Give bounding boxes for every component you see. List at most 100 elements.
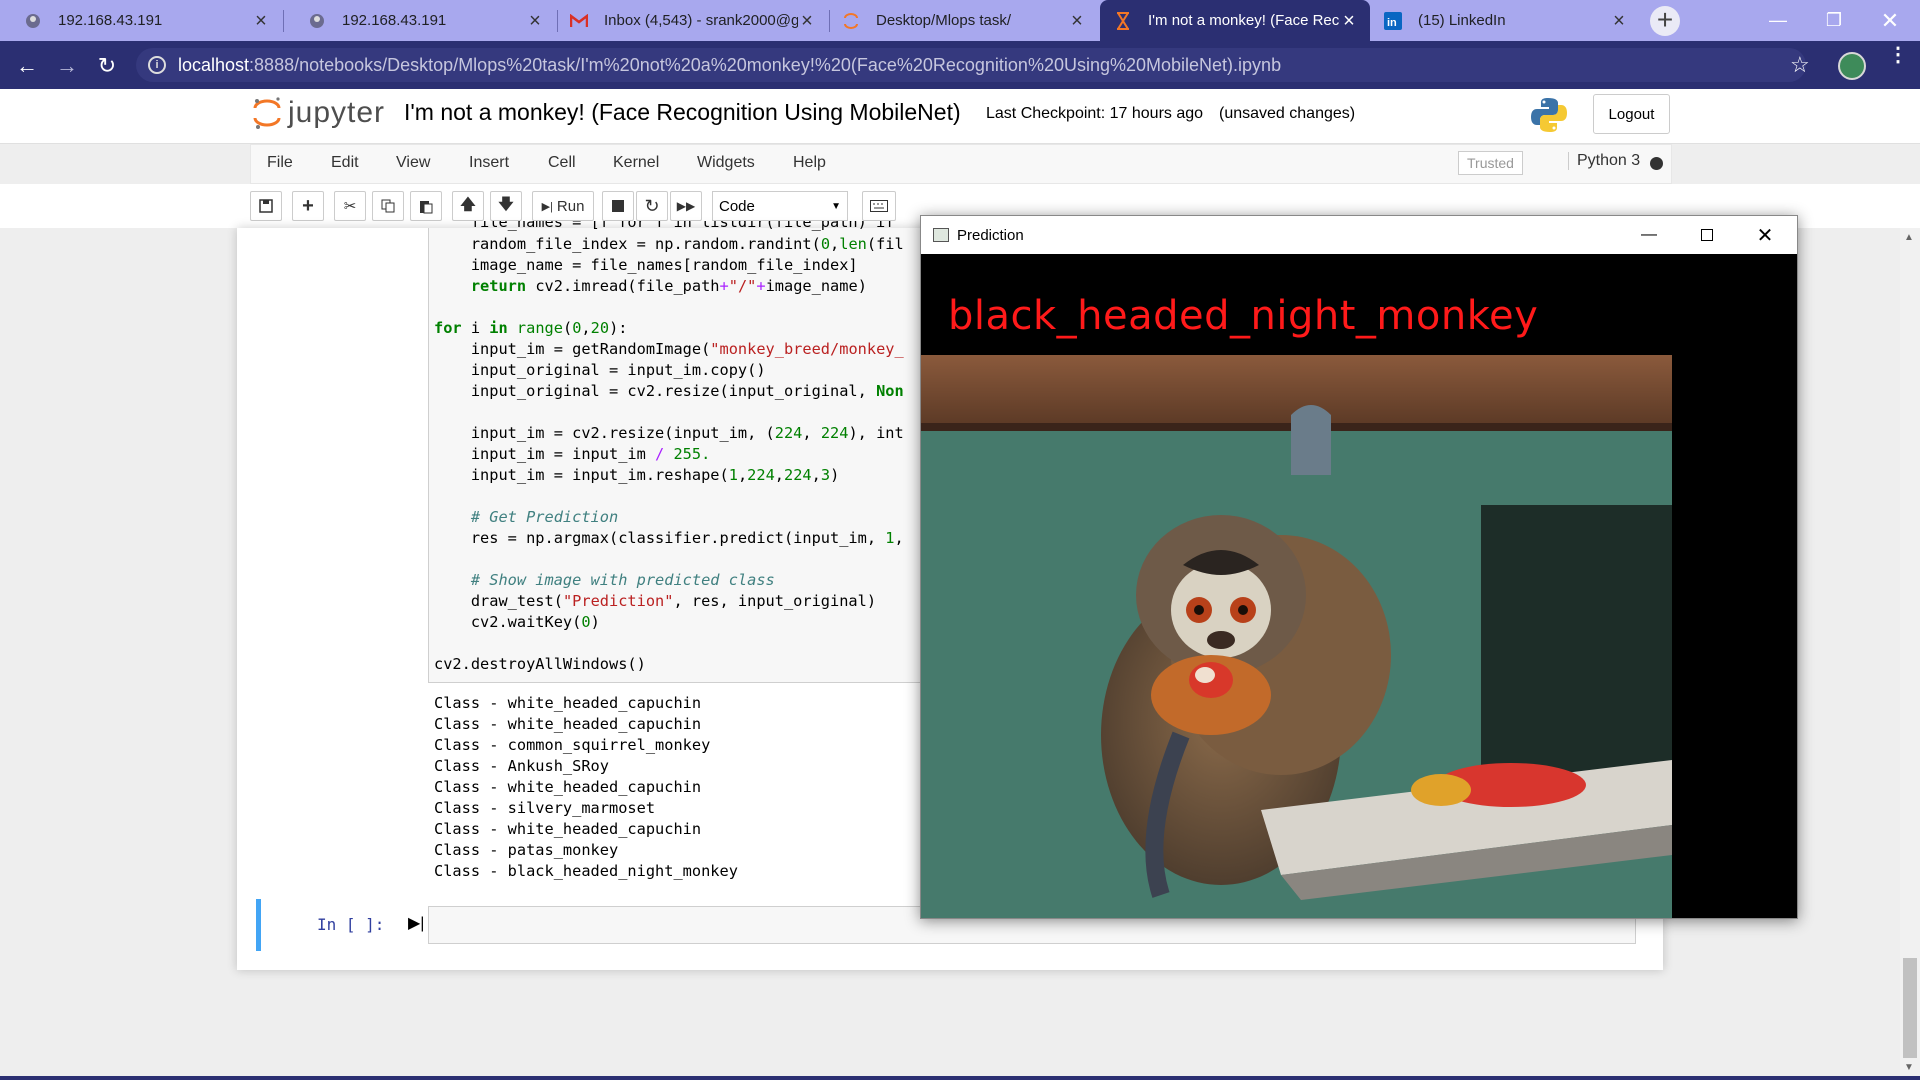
move-down-button[interactable]: 🡇 (490, 191, 522, 221)
code-line: for i in range(0,20): (434, 319, 628, 337)
restart-icon: ↻ (644, 195, 660, 216)
paste-button[interactable] (410, 191, 442, 221)
close-icon[interactable]: × (1610, 11, 1628, 31)
save-button[interactable] (250, 191, 282, 221)
menu-file[interactable]: File (267, 154, 293, 172)
svg-text:in: in (1387, 17, 1397, 29)
prediction-close-button[interactable]: ✕ (1736, 216, 1794, 254)
close-icon[interactable]: × (252, 11, 270, 31)
new-tab-button[interactable]: + (1650, 6, 1680, 36)
reload-button[interactable]: ↻ (92, 51, 122, 81)
code-line: cv2.waitKey(0) (434, 613, 600, 631)
scroll-up-icon[interactable]: ▲ (1904, 232, 1914, 243)
cut-button[interactable]: ✂ (334, 191, 366, 221)
linkedin-icon: in (1384, 11, 1402, 30)
restore-window-button[interactable]: ❐ (1806, 0, 1862, 41)
scroll-down-icon[interactable]: ▼ (1904, 1062, 1914, 1073)
tab-label: Inbox (4,543) - srank2000@g (604, 12, 798, 29)
close-window-button[interactable]: ✕ (1862, 0, 1918, 41)
output-line: Class - white_headed_capuchin (434, 715, 702, 733)
stop-icon (612, 200, 624, 212)
browser-tab-1[interactable]: 192.168.43.191 × (0, 0, 282, 41)
insert-cell-button[interactable]: + (292, 191, 324, 221)
browser-tab-4[interactable]: Desktop/Mlops task/ × (830, 0, 1098, 41)
menu-view[interactable]: View (396, 154, 430, 172)
browser-tab-5-active[interactable]: I'm not a monkey! (Face Reco × (1100, 0, 1370, 41)
close-icon[interactable]: × (1340, 11, 1358, 31)
trusted-badge[interactable]: Trusted (1458, 151, 1523, 175)
url-path: :8888/notebooks/Desktop/Mlops%20task/I'm… (249, 54, 1282, 75)
menu-edit[interactable]: Edit (331, 154, 359, 172)
interrupt-button[interactable] (602, 191, 634, 221)
menu-help[interactable]: Help (793, 154, 826, 172)
code-line: input_im = input_im / 255. (434, 445, 711, 463)
code-line: cv2.destroyAllWindows() (434, 655, 646, 673)
output-line: Class - Ankush_SRoy (434, 757, 609, 775)
move-up-button[interactable]: 🡅 (452, 191, 484, 221)
code-line: image_name = file_names[random_file_inde… (434, 256, 858, 274)
kernel-name[interactable]: Python 3 (1568, 152, 1640, 170)
tab-label: (15) LinkedIn (1418, 12, 1506, 29)
prediction-maximize-button[interactable] (1678, 216, 1736, 254)
code-line: input_im = input_im.reshape(1,224,224,3) (434, 466, 840, 484)
url-host: localhost (178, 54, 250, 75)
output-line: Class - common_squirrel_monkey (434, 736, 711, 754)
taskbar-edge (0, 1076, 1920, 1080)
cell-type-value: Code (719, 197, 755, 215)
page-scrollbar[interactable] (1900, 228, 1920, 1080)
notebook-title[interactable]: I'm not a monkey! (Face Recognition Usin… (404, 99, 961, 126)
tab-label: 192.168.43.191 (58, 12, 163, 29)
close-icon[interactable]: × (1068, 11, 1086, 31)
browser-tab-2[interactable]: 192.168.43.191 × (284, 0, 556, 41)
scrollbar-thumb[interactable] (1903, 958, 1917, 1058)
restart-kernel-button[interactable]: ↻ (636, 191, 668, 221)
predicted-class-label: black_headed_night_monkey (948, 293, 1539, 339)
cell-prompt: In [ ]: (317, 915, 385, 934)
jupyter-logo-icon (253, 97, 281, 129)
code-line: input_im = cv2.resize(input_im, (224, 22… (434, 424, 904, 442)
arrow-up-icon: 🡅 (460, 195, 476, 213)
close-icon[interactable]: × (526, 11, 544, 31)
output-line: Class - white_headed_capuchin (434, 694, 702, 712)
close-icon[interactable]: × (798, 11, 816, 31)
back-button[interactable]: ← (12, 51, 42, 81)
jupyter-logo[interactable]: jupyter (252, 96, 385, 130)
output-line: Class - patas_monkey (434, 841, 619, 859)
run-cell-icon[interactable]: ▶| (408, 913, 424, 933)
code-line: input_original = input_im.copy() (434, 361, 766, 379)
restart-run-all-button[interactable]: ▶▶ (670, 191, 702, 221)
prediction-minimize-button[interactable]: — (1620, 216, 1678, 254)
info-icon[interactable]: i (148, 56, 166, 74)
bookmark-star-icon[interactable]: ☆ (1790, 52, 1810, 78)
globe-icon (24, 12, 42, 30)
scissors-icon: ✂ (343, 198, 357, 215)
browser-menu-icon[interactable]: ⋮ (1888, 45, 1908, 65)
command-palette-button[interactable] (862, 191, 896, 221)
jupyter-logo-text: jupyter (288, 96, 386, 129)
run-button[interactable]: ▶| Run (532, 191, 594, 221)
tab-label: 192.168.43.191 (342, 12, 447, 29)
address-bar[interactable]: i localhost:8888/notebooks/Desktop/Mlops… (136, 48, 1806, 82)
arrow-down-icon: 🡇 (498, 195, 514, 213)
paste-icon (420, 200, 433, 213)
profile-avatar[interactable] (1838, 52, 1866, 80)
menu-widgets[interactable]: Widgets (697, 154, 755, 172)
code-line: return cv2.imread(file_path+"/"+image_na… (470, 277, 867, 295)
minimize-window-button[interactable]: — (1750, 0, 1806, 41)
browser-tab-6[interactable]: in (15) LinkedIn × (1372, 0, 1640, 41)
menu-kernel[interactable]: Kernel (613, 154, 659, 172)
checkpoint-status: Last Checkpoint: 17 hours ago (986, 105, 1204, 122)
menu-insert[interactable]: Insert (469, 154, 509, 172)
copy-button[interactable] (372, 191, 404, 221)
browser-tab-3[interactable]: Inbox (4,543) - srank2000@g × (558, 0, 828, 41)
fast-forward-icon: ▶▶ (676, 199, 696, 213)
run-label: Run (556, 197, 585, 215)
output-line: Class - white_headed_capuchin (434, 778, 702, 796)
forward-button[interactable]: → (52, 51, 82, 81)
hourglass-icon (1114, 11, 1132, 30)
menu-cell[interactable]: Cell (548, 154, 576, 172)
code-line: input_im = getRandomImage("monkey_breed/… (434, 340, 904, 358)
cell-type-select[interactable]: Code ▼ (712, 191, 848, 221)
code-line: input_original = cv2.resize(input_origin… (434, 382, 904, 400)
logout-button[interactable]: Logout (1593, 94, 1670, 134)
